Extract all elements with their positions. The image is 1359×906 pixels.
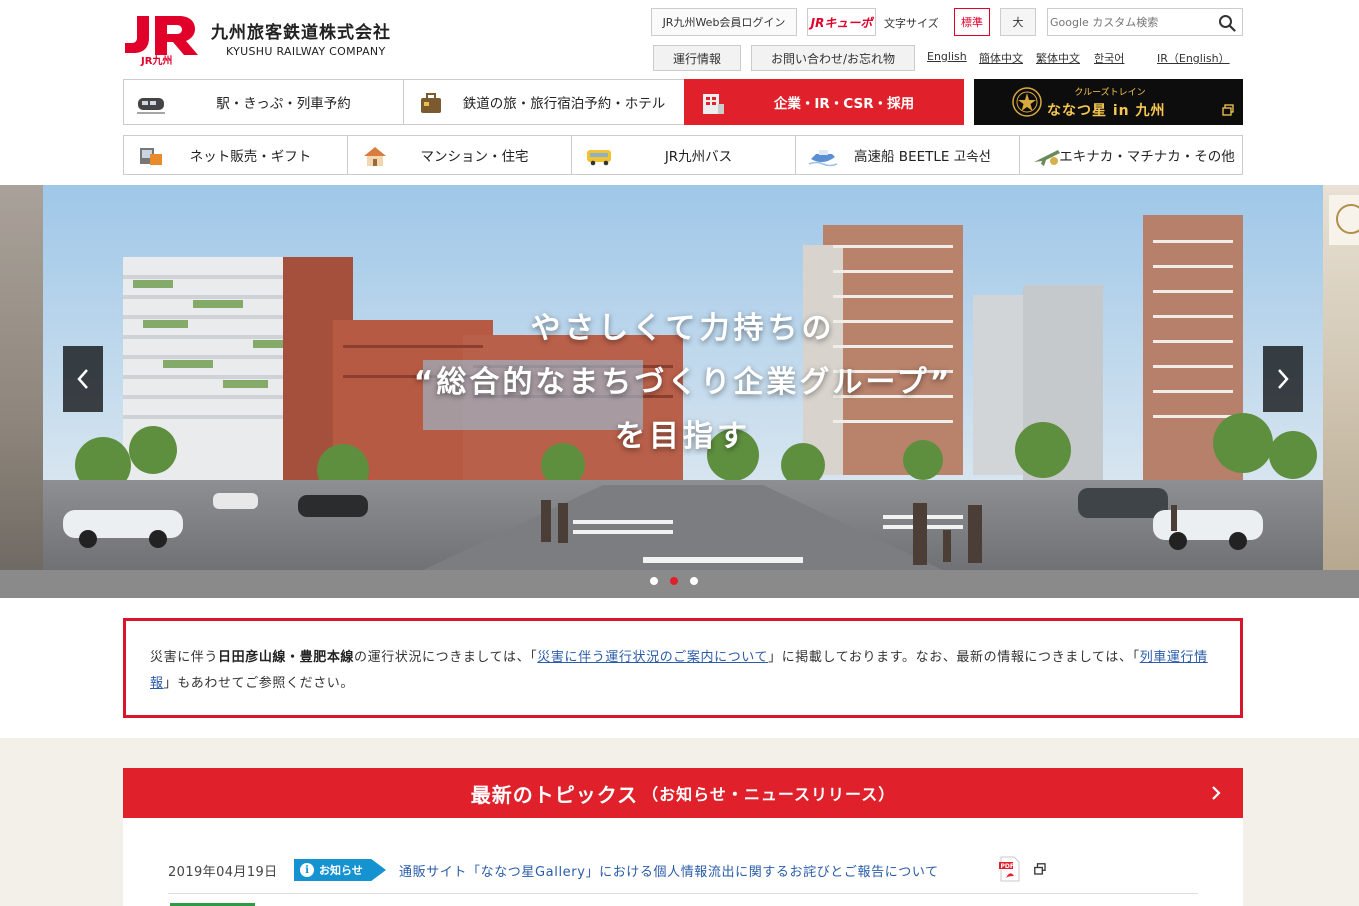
nav-housing-label: マンション・住宅 — [420, 149, 529, 165]
external-window-icon — [1034, 863, 1046, 875]
notice-text-3: 」に掲載しております。なお、最新の情報につきましては、「 — [768, 650, 1140, 665]
news-badge-label: お知らせ — [319, 864, 363, 877]
news-badge: i お知らせ — [294, 859, 386, 881]
font-size-label: 文字サイズ — [884, 17, 939, 30]
hero-headline-3: を目指す — [615, 419, 751, 454]
nav-tickets-label: 駅・きっぷ・列車予約 — [216, 96, 351, 112]
company-logo[interactable]: JR九州 九州旅客鉄道株式会社 KYUSHU RAILWAY COMPANY — [123, 12, 403, 68]
lang-english-link[interactable]: English — [927, 50, 967, 63]
nav-beetle[interactable]: 高速船 BEETLE 고속선 — [796, 136, 1020, 174]
secondary-nav: ネット販売・ギフト マンション・住宅 JR九州バス 高速船 BEETLE 고속선 — [123, 135, 1243, 175]
nav-bus-label: JR九州バス — [664, 149, 733, 165]
peek-emblem-icon — [1329, 195, 1359, 245]
external-window-icon — [1222, 104, 1234, 116]
nav-tickets[interactable]: 駅・きっぷ・列車予約 — [123, 79, 404, 125]
topics-list: 2019年04月19日 i お知らせ 通販サイト「ななつ星Gallery」におけ… — [123, 818, 1243, 906]
chevron-left-icon — [77, 369, 88, 389]
slider-prev-button[interactable] — [63, 346, 103, 412]
notice-lines: 日田彦山線・豊肥本線 — [218, 650, 355, 665]
notice-text-2: の運行状況につきましては、「 — [354, 650, 538, 665]
nav-shopping[interactable]: ネット販売・ギフト — [124, 136, 348, 174]
notice-text-1: 災害に伴う — [150, 650, 219, 665]
nav-corporate-label: 企業・IR・CSR・採用 — [773, 96, 915, 112]
chevron-right-icon — [1212, 786, 1221, 800]
search-input[interactable] — [1050, 11, 1210, 33]
nav-travel[interactable]: 鉄道の旅・旅行宿泊予約・ホテル — [403, 79, 685, 125]
contact-button[interactable]: お問い合わせ/お忘れ物 — [751, 45, 915, 71]
nanatsuboshi-sub: クルーズトレイン — [1074, 88, 1146, 98]
hero-headline-2: “総合的なまちづくり企業グループ” — [413, 365, 953, 400]
prev-slide-peek — [0, 185, 43, 570]
nav-corporate[interactable]: 企業・IR・CSR・採用 — [684, 79, 964, 125]
notice-disaster-link[interactable]: 災害に伴う運行状況のご案内について — [537, 650, 768, 665]
info-icon: i — [300, 863, 314, 877]
slider-dot-1[interactable] — [650, 577, 658, 585]
nav-bus[interactable]: JR九州バス — [572, 136, 796, 174]
disaster-notice: 災害に伴う日田彦山線・豊肥本線の運行状況につきましては、「災害に伴う運行状況のご… — [123, 618, 1243, 718]
ir-english-link[interactable]: IR（English） — [1157, 50, 1230, 66]
slider-dot-2[interactable] — [670, 577, 678, 585]
font-size-standard-button[interactable]: 標準 — [954, 8, 990, 36]
jr-kyupo-logo-text: JRキューポ — [810, 15, 873, 30]
jr-kyupo-button[interactable]: JRキューポ — [807, 8, 876, 36]
company-name: 九州旅客鉄道株式会社 — [211, 23, 391, 43]
lang-simplified-chinese-link[interactable]: 簡体中文 — [979, 50, 1023, 66]
slider-pagination — [650, 577, 698, 585]
search-icon[interactable] — [1218, 14, 1236, 32]
jr-kyushu-logo-icon: JR九州 — [125, 16, 198, 66]
next-slide-peek — [1323, 185, 1359, 570]
news-date: 2019年04月19日 — [168, 865, 278, 880]
nav-ekinaka-label: エキナカ・マチナカ・その他 — [1059, 149, 1235, 165]
nav-beetle-label: 高速船 BEETLE 고속선 — [854, 149, 991, 165]
company-name-en: KYUSHU RAILWAY COMPANY — [226, 45, 386, 58]
nav-nanatsuboshi[interactable]: クルーズトレイン ななつ星 in 九州 — [974, 79, 1243, 125]
site-search — [1047, 8, 1243, 36]
nav-ekinaka[interactable]: エキナカ・マチナカ・その他 — [1020, 136, 1244, 174]
topics-title: 最新のトピックス — [470, 782, 639, 807]
hero-headline-1: やさしくて力持ちの — [530, 311, 836, 346]
nav-shopping-label: ネット販売・ギフト — [189, 149, 312, 165]
nav-travel-label: 鉄道の旅・旅行宿泊予約・ホテル — [462, 96, 666, 112]
operation-info-button[interactable]: 運行情報 — [653, 45, 741, 71]
primary-nav: 駅・きっぷ・列車予約 鉄道の旅・旅行宿泊予約・ホテル 企業・IR・CSR・採用 … — [123, 79, 1243, 125]
chevron-right-icon — [1278, 369, 1289, 389]
topics-header-link[interactable]: 最新のトピックス （お知らせ・ニュースリリース） — [123, 768, 1243, 818]
member-login-button[interactable]: JR九州Web会員ログイン — [651, 8, 797, 36]
lang-traditional-chinese-link[interactable]: 繁体中文 — [1036, 50, 1080, 66]
news-title-link[interactable]: 通販サイト「ななつ星Gallery」における個人情報流出に関するお詫びとご報告に… — [399, 861, 939, 880]
nanatsuboshi-label: ななつ星 in 九州 — [1047, 103, 1166, 119]
nanatsuboshi-emblem-icon — [1012, 87, 1042, 117]
pdf-icon: PDF — [999, 856, 1020, 882]
logo-mark-text: JR九州 — [140, 54, 172, 66]
topics-subtitle: （お知らせ・ニュースリリース） — [642, 785, 896, 804]
nav-housing[interactable]: マンション・住宅 — [348, 136, 572, 174]
slider-dot-3[interactable] — [690, 577, 698, 585]
notice-text-4: 」もあわせてご参照ください。 — [163, 676, 355, 691]
lang-korean-link[interactable]: 한국어 — [1094, 50, 1124, 66]
slider-next-button[interactable] — [1263, 346, 1303, 412]
font-size-large-button[interactable]: 大 — [1000, 8, 1036, 36]
hero-slide[interactable]: やさしくて力持ちの “総合的なまちづくり企業グループ” を目指す — [43, 185, 1323, 570]
svg-text:PDF: PDF — [1001, 863, 1014, 870]
news-item[interactable]: 2019年04月19日 i お知らせ 通販サイト「ななつ星Gallery」におけ… — [168, 856, 1198, 894]
